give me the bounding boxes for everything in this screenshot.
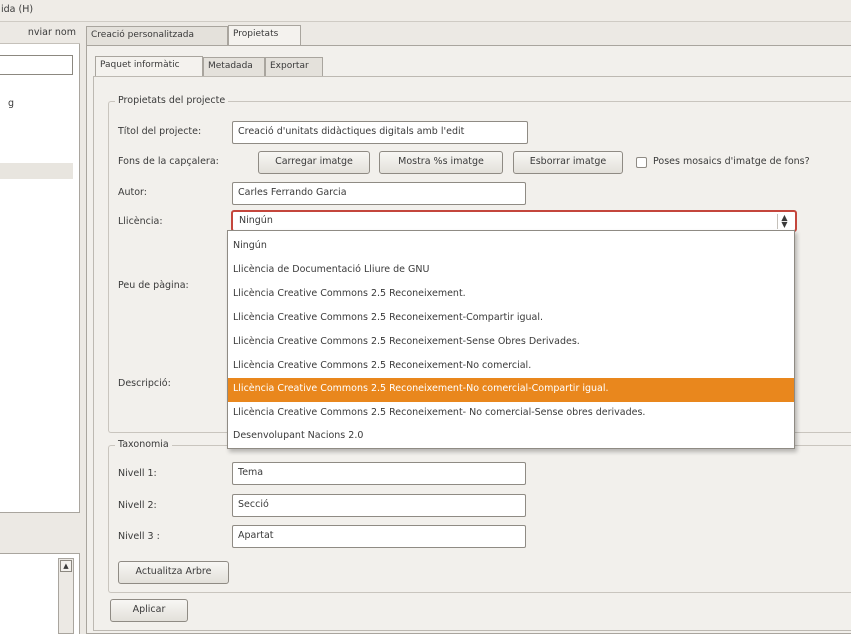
tab-custom-creation[interactable]: Creació personalitzada [86,26,228,45]
tab-properties[interactable]: Propietats [228,25,301,46]
license-option[interactable]: Llicència Creative Commons 2.5 Reconeixe… [228,283,794,307]
tab-export[interactable]: Exportar [265,57,323,76]
updown-arrows-icon: ▲ ▼ [777,214,791,229]
level2-field[interactable]: Secció [232,494,526,517]
delete-image-button[interactable]: Esborrar imatge [513,151,623,174]
left-panel-selected-row[interactable] [0,163,73,179]
taxonomy-title: Taxonomia [115,439,172,450]
license-select[interactable]: Ningún ▲ ▼ [231,210,797,232]
left-panel: nviar nom g ▲ [0,22,80,634]
mosaic-checkbox-label: Poses mosaics d'imatge de fons? [653,156,810,167]
project-properties-title: Propietats del projecte [115,95,229,106]
project-title-label: Títol del projecte: [118,126,202,137]
license-option-selected[interactable]: Llicència Creative Commons 2.5 Reconeixe… [228,378,794,402]
left-panel-separator [0,512,80,554]
license-dropdown-list: Ningún Llicència de Documentació Lliure … [227,230,795,449]
level3-label: Nivell 3 : [118,531,160,542]
project-title-field[interactable]: Creació d'unitats didàctiques digitals a… [232,121,528,144]
license-option[interactable]: Llicència Creative Commons 2.5 Reconeixe… [228,355,794,379]
license-option[interactable]: Desenvolupant Nacions 2.0 [228,425,794,449]
level1-field[interactable]: Tema [232,462,526,485]
load-image-button[interactable]: Carregar imatge [258,151,370,174]
level3-field[interactable]: Apartat [232,525,526,548]
tab-metadata[interactable]: Metadada [203,57,265,76]
left-panel-item[interactable]: g [8,98,14,109]
menu-bar: ida (H) [0,0,851,22]
license-select-value: Ningún [239,215,273,226]
rename-button[interactable]: nviar nom [28,27,76,38]
license-option[interactable]: Llicència Creative Commons 2.5 Reconeixe… [228,402,794,426]
left-panel-input[interactable] [0,55,73,75]
scroll-up-icon[interactable]: ▲ [60,560,72,572]
menu-help[interactable]: ida (H) [1,4,33,15]
left-panel-header: nviar nom [0,22,80,44]
level2-label: Nivell 2: [118,500,157,511]
footer-label: Peu de pàgina: [118,280,189,291]
license-option[interactable]: Ningún [228,235,794,259]
apply-button[interactable]: Aplicar [110,599,188,622]
author-field[interactable]: Carles Ferrando Garcia [232,182,526,205]
license-option[interactable]: Llicència de Documentació Lliure de GNU [228,259,794,283]
header-background-label: Fons de la capçalera: [118,156,219,167]
license-label: Llicència: [118,216,163,227]
author-label: Autor: [118,187,147,198]
show-image-button[interactable]: Mostra %s imatge [379,151,503,174]
license-option[interactable]: Llicència Creative Commons 2.5 Reconeixe… [228,307,794,331]
license-option[interactable]: Llicència Creative Commons 2.5 Reconeixe… [228,331,794,355]
scrollbar[interactable]: ▲ [58,558,74,634]
description-label: Descripció: [118,378,171,389]
mosaic-checkbox[interactable] [636,157,647,168]
update-tree-button[interactable]: Actualitza Arbre [118,561,229,584]
taxonomy-frame: Taxonomia Nivell 1: Tema Nivell 2: Secci… [108,439,851,593]
level1-label: Nivell 1: [118,468,157,479]
tab-package-info[interactable]: Paquet informàtic [95,56,203,76]
